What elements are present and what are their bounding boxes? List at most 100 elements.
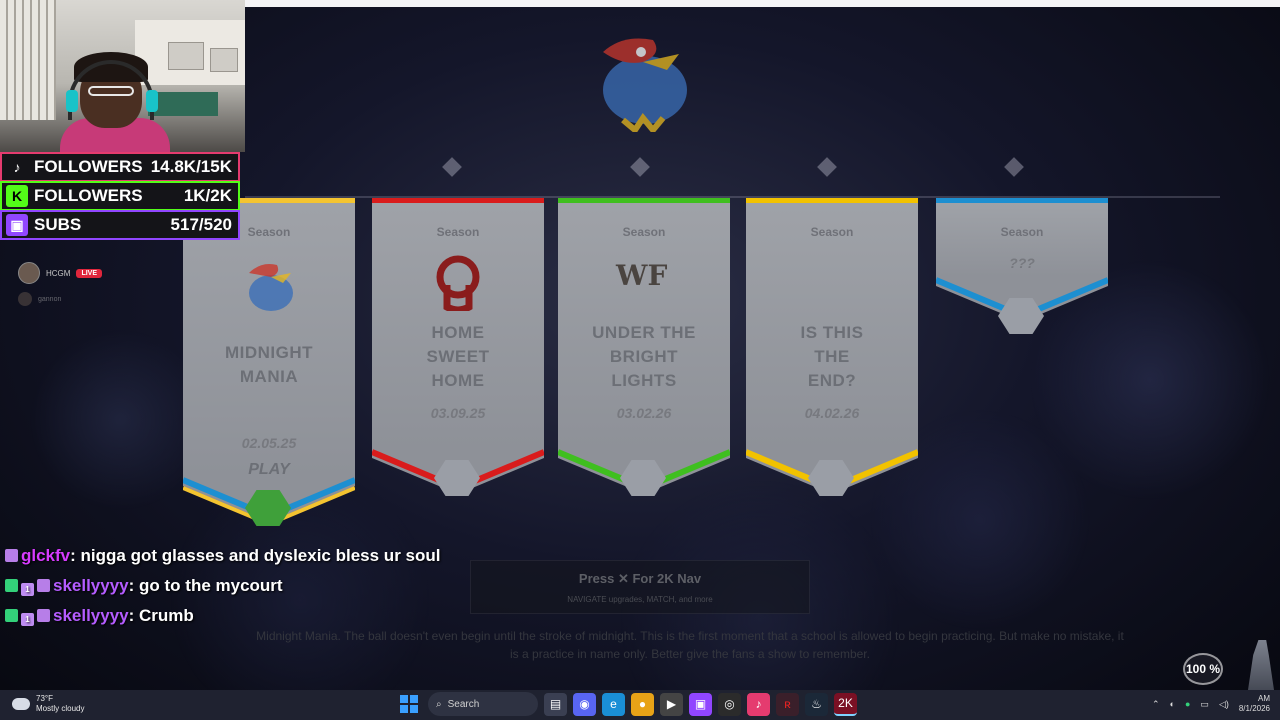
banner-date: ??? xyxy=(1009,255,1035,271)
goal-value: 517/520 xyxy=(170,215,232,234)
steam-icon[interactable]: ♨ xyxy=(805,692,828,716)
season-banner-home-sweet-home[interactable]: Season HOME SWEET HOME 03.09.25 xyxy=(370,198,546,499)
banner-kicker: Season xyxy=(436,225,480,239)
chat-username: glckfv xyxy=(21,546,71,565)
season-description: Midnight Mania. The ball doesn't even be… xyxy=(256,629,1124,661)
volume-icon[interactable]: ◁) xyxy=(1219,699,1229,710)
avatar xyxy=(18,292,32,306)
system-tray: ⌃ ◐ ● ▭ ◁) AM 8/1/2026 xyxy=(1152,694,1270,714)
discord-icon[interactable]: ◉ xyxy=(573,692,596,716)
cloud-icon xyxy=(12,698,30,710)
kick-icon: K xyxy=(6,185,28,207)
clock-date: 8/1/2026 xyxy=(1238,704,1270,713)
video-badge-icon xyxy=(37,579,50,592)
banner-title: IS THIS THE END? xyxy=(800,323,864,390)
goal-label: SUBS xyxy=(34,215,82,234)
weather-desc: Mostly cloudy xyxy=(36,704,85,713)
chrome-icon[interactable]: ● xyxy=(631,692,654,716)
banner-date: 03.09.25 xyxy=(430,405,486,421)
verified-badge-icon xyxy=(5,609,18,622)
banner-date: 02.05.25 xyxy=(241,435,297,451)
microphone-icon[interactable]: ● xyxy=(1185,699,1190,709)
season-banner-locked[interactable]: Season ??? xyxy=(934,198,1110,334)
clock[interactable]: AM 8/1/2026 xyxy=(1239,694,1270,714)
twitch-icon: ▣ xyxy=(6,214,28,236)
taskbar-apps: ⌕ Search ▤ ◉ e ● ▶ ▣ ◎ ♪ ʀ ♨ 2K xyxy=(396,692,857,716)
wake-forest-logo-icon: WF xyxy=(615,259,667,292)
chat-message: glckfv: nigga got glasses and dyslexic b… xyxy=(5,541,445,571)
video-badge-icon xyxy=(5,549,18,562)
chat-text: go to the mycourt xyxy=(139,576,283,595)
season-banner-under-the-bright-lights[interactable]: Season WF UNDER THE BRIGHT LIGHTS 03.02.… xyxy=(556,198,732,499)
file-explorer-icon[interactable]: ▤ xyxy=(544,692,567,716)
headset-earcup xyxy=(66,90,78,112)
webcam-poster xyxy=(210,48,238,72)
search-icon: ⌕ xyxy=(436,698,442,710)
viewer-name: gannon xyxy=(38,295,62,303)
banner-kicker: Season xyxy=(1000,225,1044,239)
webcam-shelf xyxy=(0,0,56,120)
banner-kicker: Season xyxy=(622,225,666,239)
chat-text: Crumb xyxy=(139,606,194,625)
subscriber-badge-icon: 1 xyxy=(21,583,34,596)
goal-value: 1K/2K xyxy=(183,186,232,205)
twitch-icon[interactable]: ▣ xyxy=(689,692,712,716)
banner-play-label: PLAY xyxy=(248,461,290,478)
chat-username: skellyyyy xyxy=(53,606,129,625)
nav-prompt-subtext: NAVIGATE upgrades, MATCH, and more xyxy=(567,595,713,604)
zoom-indicator: 100 % xyxy=(1183,653,1223,685)
webcam-poster xyxy=(168,42,204,70)
svg-text:WF: WF xyxy=(615,259,667,292)
nav-prompt-text: Press ✕ For 2K Nav xyxy=(578,571,702,586)
search-placeholder: Search xyxy=(447,698,480,710)
clock-time: AM xyxy=(1258,694,1270,703)
chat-text: nigga got glasses and dyslexic bless ur … xyxy=(80,546,441,565)
edge-icon[interactable]: e xyxy=(602,692,625,716)
browser-top-strip xyxy=(245,0,1280,7)
chat-message: 1 skellyyyy: Crumb xyxy=(5,601,445,631)
subscriber-badge-icon: 1 xyxy=(21,613,34,626)
banner-date: 03.02.26 xyxy=(616,405,672,421)
nba2k-icon[interactable]: 2K xyxy=(834,692,857,716)
goal-value: 14.8K/15K xyxy=(150,157,232,176)
display-icon[interactable]: ▭ xyxy=(1200,699,1209,710)
chat-username: skellyyyy xyxy=(53,576,129,595)
live-channel-name: HCGM xyxy=(46,268,71,278)
nav-prompt: Press ✕ For 2K Nav NAVIGATE upgrades, MA… xyxy=(470,560,810,614)
banner-kicker: Season xyxy=(810,225,854,239)
tiktok-followers-goal: ♪ FOLLOWERS 14.8K/15K xyxy=(0,152,240,182)
verified-badge-icon xyxy=(5,579,18,592)
live-badge: LIVE xyxy=(76,268,103,278)
banner-body: Season WF UNDER THE BRIGHT LIGHTS 03.02.… xyxy=(558,198,730,448)
chat-message: 1 skellyyyy: go to the mycourt xyxy=(5,571,445,601)
live-channel-row[interactable]: HCGM LIVE xyxy=(18,262,103,284)
obs-icon[interactable]: ◎ xyxy=(718,692,741,716)
banner-title: HOME SWEET HOME xyxy=(426,323,490,390)
goal-label: FOLLOWERS xyxy=(34,186,143,205)
network-icon[interactable]: ◐ xyxy=(1170,699,1175,709)
banner-body: Season HOME SWEET HOME 03.09.25 xyxy=(372,198,544,448)
webcam-feed xyxy=(0,0,245,152)
windows-start-icon[interactable] xyxy=(400,695,418,713)
banner-title: UNDER THE BRIGHT LIGHTS xyxy=(592,323,696,390)
jayhawk-icon xyxy=(249,264,293,311)
twitch-subs-goal: ▣ SUBS 517/520 xyxy=(0,210,240,240)
windows-taskbar: 73°F Mostly cloudy ⌕ Search ▤ ◉ e ● ▶ ▣ … xyxy=(0,690,1280,720)
goal-label: FOLLOWERS xyxy=(34,157,143,176)
headset-earcup xyxy=(146,90,158,112)
game-launcher-icon[interactable]: ʀ xyxy=(776,692,799,716)
kick-followers-goal: K FOLLOWERS 1K/2K xyxy=(0,181,240,211)
jayhawk-logo xyxy=(603,38,687,132)
tiktok-icon: ♪ xyxy=(13,159,21,175)
weather-widget[interactable]: 73°F Mostly cloudy xyxy=(12,694,84,714)
chat-overlay: glckfv: nigga got glasses and dyslexic b… xyxy=(5,541,445,631)
season-banner-is-this-the-end[interactable]: Season IS THIS THE END? 04.02.26 xyxy=(744,198,920,499)
chevron-up-icon[interactable]: ⌃ xyxy=(1152,699,1160,710)
season-banner-midnight-mania[interactable]: Season MIDNIGHT MANIA 02.05.25 PLAY xyxy=(181,198,357,527)
media-player-icon[interactable]: ▶ xyxy=(660,692,683,716)
taskbar-search[interactable]: ⌕ Search xyxy=(428,692,538,716)
video-badge-icon xyxy=(37,609,50,622)
game-screen: Season MIDNIGHT MANIA 02.05.25 PLAY Seas… xyxy=(0,0,1280,720)
weather-text: 73°F Mostly cloudy xyxy=(36,694,84,714)
tiktok-icon[interactable]: ♪ xyxy=(747,692,770,716)
